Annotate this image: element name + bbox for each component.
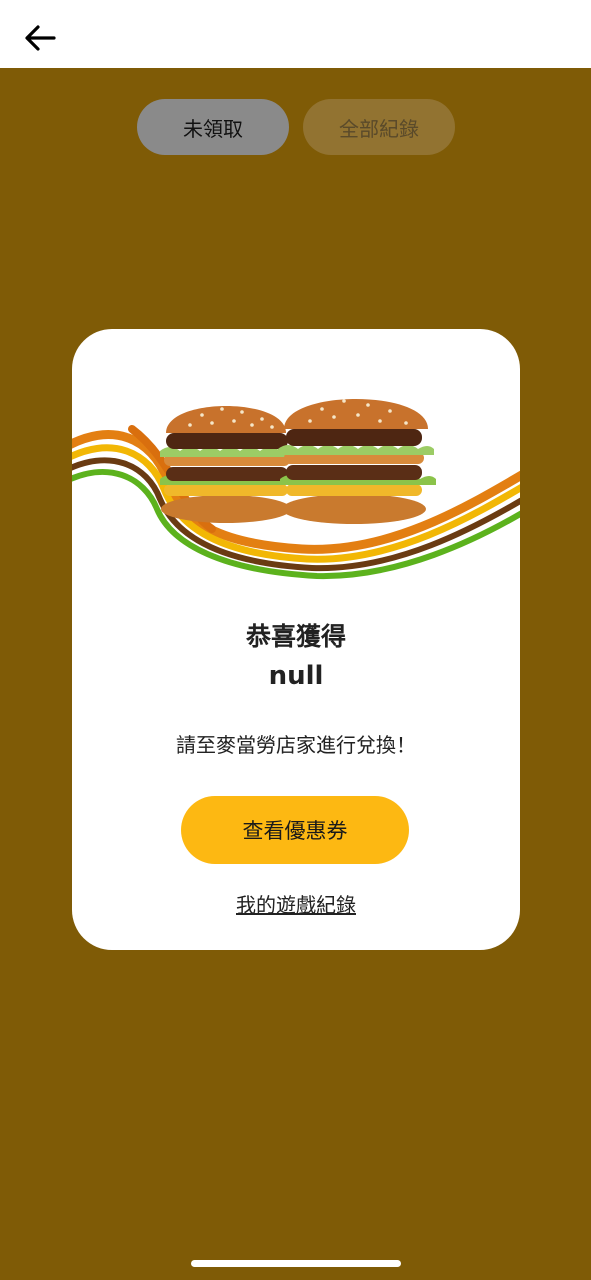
home-indicator (191, 1260, 401, 1267)
arrow-left-icon (25, 25, 56, 51)
view-coupon-button[interactable]: 查看優惠券 (181, 796, 409, 864)
back-button[interactable] (18, 18, 62, 58)
tab-unclaimed[interactable]: 未領取 (137, 99, 289, 155)
dialog-title: 恭喜獲得 (245, 622, 346, 651)
burger-right (278, 399, 436, 524)
prize-name: null (268, 661, 324, 691)
tab-all-records[interactable]: 全部紀錄 (303, 99, 455, 155)
game-history-link[interactable]: 我的遊戲紀錄 (72, 889, 520, 918)
burger-left (160, 406, 296, 523)
redeem-instruction: 請至麥當勞店家進行兌換！ (176, 733, 416, 757)
top-bar (0, 0, 591, 68)
prize-dialog: 恭喜獲得 null 請至麥當勞店家進行兌換！ 查看優惠券 我的遊戲紀錄 (72, 329, 520, 950)
burger-image (72, 399, 520, 580)
